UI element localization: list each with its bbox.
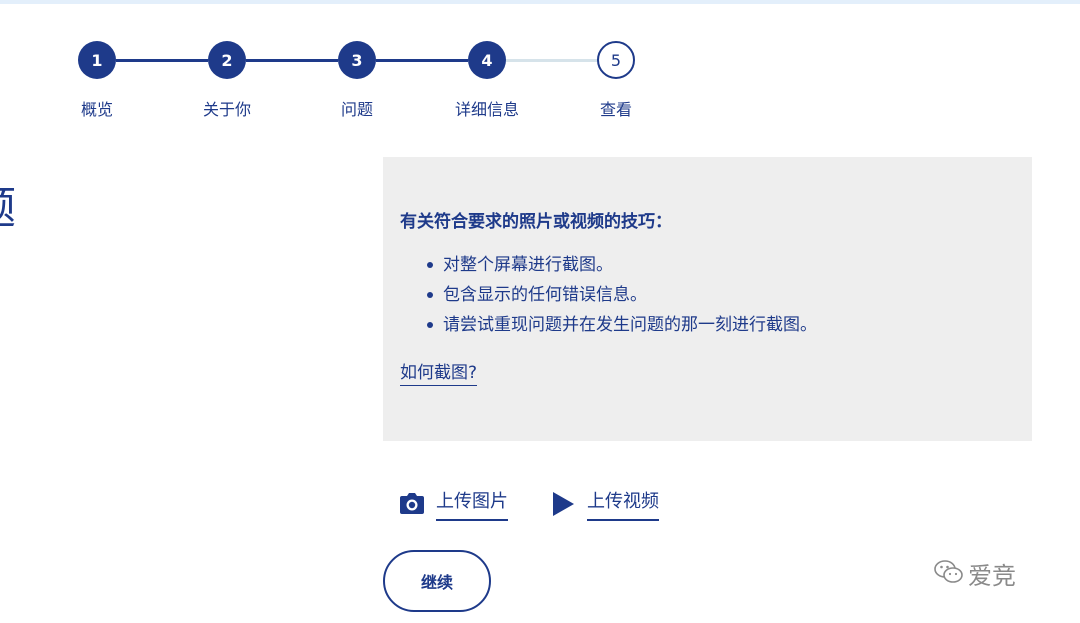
bullet-icon <box>427 292 433 298</box>
watermark-text: 爱竞 <box>968 562 1016 590</box>
tips-list: 对整个屏幕进行截图。 包含显示的任何错误信息。 请尝试重现问题并在发生问题的那一… <box>427 250 1015 340</box>
step-5-circle: 5 <box>597 41 635 79</box>
play-icon <box>549 490 577 518</box>
tips-list-item: 请尝试重现问题并在发生问题的那一刻进行截图。 <box>427 310 1015 340</box>
watermark: 爱竞 <box>934 556 1016 591</box>
step-1-label: 概览 <box>80 100 113 119</box>
camera-icon <box>398 490 426 518</box>
tips-list-item: 包含显示的任何错误信息。 <box>427 280 1015 310</box>
upload-video-label: 上传视频 <box>587 487 659 521</box>
tips-item-text: 请尝试重现问题并在发生问题的那一刻进行截图。 <box>443 315 817 335</box>
step-5-label: 查看 <box>599 100 632 119</box>
step-connector-3-4 <box>376 59 468 62</box>
upload-image-label: 上传图片 <box>436 487 508 521</box>
tips-item-text: 包含显示的任何错误信息。 <box>443 285 647 305</box>
bullet-icon <box>427 262 433 268</box>
tips-title: 有关符合要求的照片或视频的技巧： <box>400 212 672 232</box>
step-connector-2-3 <box>246 59 338 62</box>
step-connector-4-5 <box>506 59 598 62</box>
step-4-label: 详细信息 <box>454 100 519 119</box>
upload-image-button[interactable]: 上传图片 <box>398 487 508 521</box>
tips-item-text: 对整个屏幕进行截图。 <box>443 255 613 275</box>
upload-video-button[interactable]: 上传视频 <box>549 487 659 521</box>
progress-stepper: 1 2 3 4 5 概览 关于你 问题 详细信息 查看 <box>0 0 1080 130</box>
step-3-label: 问题 <box>340 100 373 119</box>
step-2-label: 关于你 <box>202 100 251 119</box>
step-connector-1-2 <box>116 59 208 62</box>
how-to-screenshot-link[interactable]: 如何截图? <box>400 358 478 386</box>
bullet-icon <box>427 322 433 328</box>
step-1-circle[interactable]: 1 <box>78 41 116 79</box>
step-3-circle[interactable]: 3 <box>338 41 376 79</box>
continue-button[interactable]: 继续 <box>383 550 491 612</box>
tips-list-item: 对整个屏幕进行截图。 <box>427 250 1015 280</box>
tips-panel: 有关符合要求的照片或视频的技巧： 对整个屏幕进行截图。 包含显示的任何错误信息。… <box>383 157 1032 441</box>
step-2-circle[interactable]: 2 <box>208 41 246 79</box>
page-heading: 题 <box>0 187 16 231</box>
step-4-circle[interactable]: 4 <box>468 41 506 79</box>
wechat-icon <box>934 559 964 589</box>
